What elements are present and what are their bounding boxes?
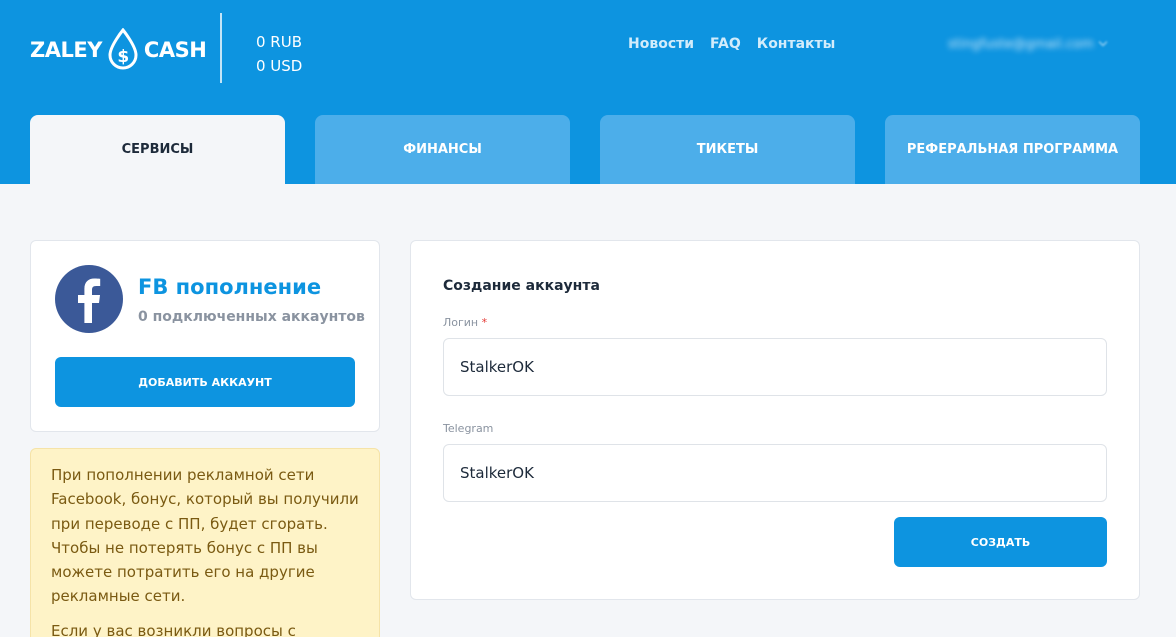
tab-tickets[interactable]: ТИКЕТЫ <box>600 115 855 184</box>
user-menu[interactable]: stingfuste@gmail.com <box>948 34 1128 54</box>
nav-news-link[interactable]: Новости <box>628 34 694 54</box>
service-card: FB пополнение 0 подключенных аккаунтов Д… <box>30 240 380 432</box>
logo[interactable]: ZALEY $ CASH <box>30 26 207 74</box>
balance-rub: 0 RUB <box>256 33 303 51</box>
nav-contacts-link[interactable]: Контакты <box>757 34 836 54</box>
telegram-label: Telegram <box>443 422 494 435</box>
svg-text:$: $ <box>117 47 128 67</box>
balance-block: 0 RUB 0 USD <box>256 30 302 78</box>
notice-paragraph-2: Если у вас возникли вопросы с <box>51 621 296 637</box>
login-label: Логин * <box>443 316 487 329</box>
nav-faq-link[interactable]: FAQ <box>710 34 741 54</box>
bonus-notice: При пополнении рекламной сети Facebook, … <box>30 448 380 637</box>
service-title: FB пополнение <box>138 275 322 299</box>
header-divider <box>220 13 222 83</box>
login-input[interactable] <box>443 338 1107 396</box>
add-account-button[interactable]: ДОБАВИТЬ АККАУНТ <box>55 357 355 407</box>
logo-text-left: ZALEY <box>30 38 102 62</box>
telegram-input[interactable] <box>443 444 1107 502</box>
tab-referral[interactable]: РЕФЕРАЛЬНАЯ ПРОГРАММА <box>885 115 1140 184</box>
top-nav: Новости FAQ Контакты <box>628 34 835 54</box>
tab-services[interactable]: СЕРВИСЫ <box>30 115 285 184</box>
chevron-down-icon <box>1098 37 1107 47</box>
user-email: stingfuste@gmail.com <box>948 36 1094 52</box>
balance-usd: 0 USD <box>256 57 303 75</box>
service-subtitle: 0 подключенных аккаунтов <box>138 309 365 325</box>
required-mark: * <box>481 316 488 329</box>
facebook-icon <box>55 265 123 333</box>
notice-paragraph-1: При пополнении рекламной сети Facebook, … <box>51 466 359 606</box>
dollar-drop-icon: $ <box>108 28 138 70</box>
create-button[interactable]: СОЗДАТЬ <box>894 517 1107 567</box>
tab-finances[interactable]: ФИНАНСЫ <box>315 115 570 184</box>
login-label-text: Логин <box>443 316 479 329</box>
create-account-form: Создание аккаунта Логин * Telegram СОЗДА… <box>410 240 1140 600</box>
logo-text-right: CASH <box>143 38 207 62</box>
form-title: Создание аккаунта <box>443 278 600 294</box>
